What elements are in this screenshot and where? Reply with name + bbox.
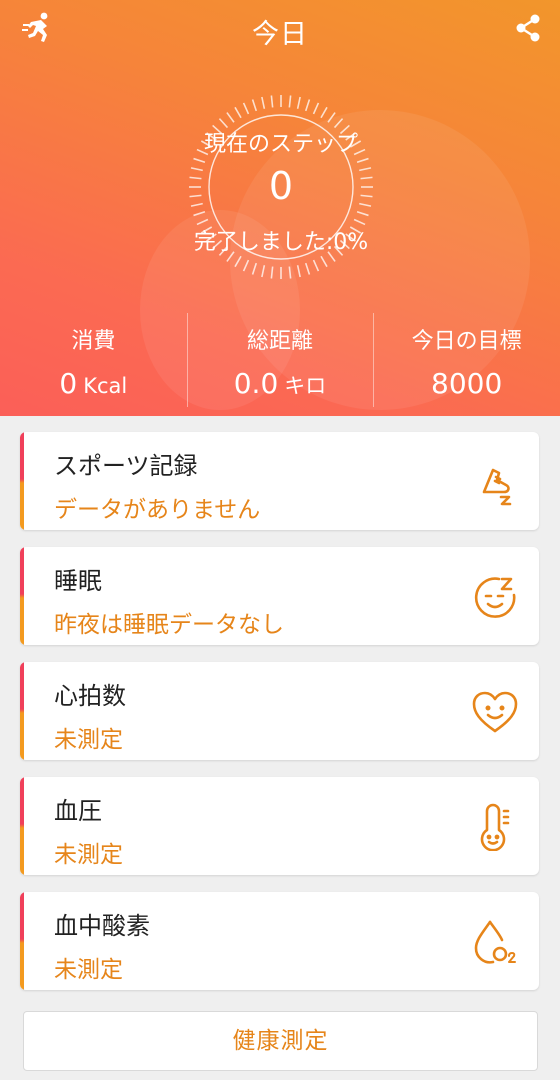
card-accent-bar	[20, 432, 24, 530]
stat-unit: Kcal	[83, 374, 128, 398]
dial-tick	[320, 106, 328, 119]
share-icon[interactable]	[514, 13, 542, 43]
health-measure-button[interactable]: 健康測定	[23, 1011, 538, 1071]
card-accent-bar	[20, 777, 24, 875]
stat-value: 8000	[373, 367, 560, 400]
heart-face-icon	[472, 691, 518, 733]
stat-goal[interactable]: 今日の目標 8000	[373, 313, 560, 409]
stat-number: 0	[59, 367, 78, 400]
dial-tick	[242, 102, 250, 115]
dial-tick	[234, 106, 242, 119]
stat-label: 今日の目標	[411, 329, 522, 354]
card-blood-pressure[interactable]: 血圧 未測定	[20, 777, 539, 875]
dial-tick	[327, 112, 336, 123]
card-title: スポーツ記録	[54, 452, 198, 480]
stat-unit: キロ	[284, 374, 327, 398]
card-accent-bar	[20, 892, 24, 990]
dial-tick	[226, 112, 235, 123]
dial-tick	[234, 255, 242, 268]
dial-tick	[261, 96, 266, 109]
dial-tick	[304, 262, 311, 275]
dial-tick	[312, 102, 320, 115]
step-dial: 現在のステップ 0 完了しました:0%	[158, 82, 404, 292]
dial-tick	[270, 266, 274, 279]
thermometer-face-icon	[480, 803, 510, 851]
oxygen-drop-icon	[474, 920, 516, 964]
card-sports-record[interactable]: スポーツ記録 データがありません	[20, 432, 539, 530]
card-blood-oxygen[interactable]: 血中酸素 未測定	[20, 892, 539, 990]
dial-tick	[356, 210, 369, 217]
card-sleep[interactable]: 睡眠 昨夜は睡眠データなし	[20, 547, 539, 645]
stat-distance: 総距離 0.0 キロ	[186, 313, 374, 409]
dial-tick	[304, 99, 311, 112]
dial-tick	[288, 266, 292, 279]
sleep-face-icon	[474, 577, 516, 618]
dial-tick	[251, 99, 258, 112]
card-title: 血中酸素	[54, 912, 150, 940]
card-accent-bar	[20, 547, 24, 645]
card-status: 昨夜は睡眠データなし	[54, 612, 284, 638]
stat-label: 総距離	[247, 329, 314, 354]
shoe-icon	[482, 468, 512, 506]
page-title: 今日	[252, 19, 308, 50]
card-status: 未測定	[54, 842, 123, 868]
stat-number: 8000	[431, 367, 503, 400]
completion-text: 完了しました:0%	[193, 230, 369, 255]
dial-tick	[270, 95, 274, 108]
steps-label: 現在のステップ	[203, 132, 358, 157]
card-status: 未測定	[54, 957, 123, 983]
dial-tick	[356, 157, 369, 164]
card-title: 心拍数	[54, 682, 126, 710]
card-heart-rate[interactable]: 心拍数 未測定	[20, 662, 539, 760]
stats-row: 消費 0 Kcal 総距離 0.0 キロ 今日の目標 8000	[0, 313, 560, 409]
dial-tick	[320, 255, 328, 268]
header-panel: 今日 現在のステップ 0 完了しました:0% 消費 0 Kcal 総距離 0.0 キ…	[0, 0, 560, 416]
dial-tick	[242, 259, 250, 272]
card-status: データがありません	[54, 497, 261, 523]
dial-tick	[288, 95, 292, 108]
card-status: 未測定	[54, 727, 123, 753]
top-bar: 今日	[0, 0, 560, 62]
dial-tick	[193, 157, 206, 164]
card-title: 血圧	[54, 797, 102, 825]
dial-tick	[296, 265, 301, 278]
stat-number: 0.0	[233, 367, 279, 400]
dial-tick	[296, 96, 301, 109]
stat-calories: 消費 0 Kcal	[0, 313, 187, 409]
dial-tick	[251, 262, 258, 275]
steps-value: 0	[268, 164, 294, 208]
card-accent-bar	[20, 662, 24, 760]
card-title: 睡眠	[54, 567, 102, 595]
stat-value: 0.0 キロ	[187, 367, 374, 400]
dial-tick	[312, 259, 320, 272]
dial-tick	[193, 210, 206, 217]
health-card-list: スポーツ記録 データがありません 睡眠 昨夜は睡眠データなし 心拍数 未測定 血…	[20, 432, 539, 1007]
dial-tick	[261, 265, 266, 278]
stat-value: 0 Kcal	[0, 367, 187, 400]
stat-label: 消費	[71, 329, 116, 354]
